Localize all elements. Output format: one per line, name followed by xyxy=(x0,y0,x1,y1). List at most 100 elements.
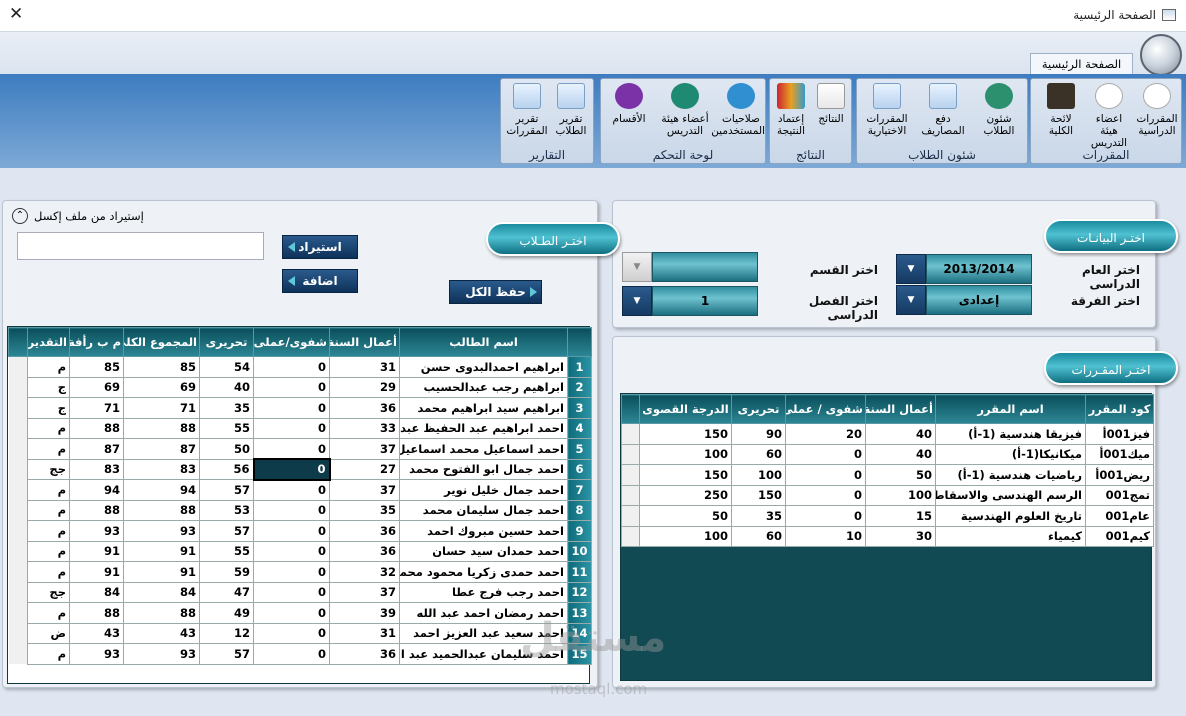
column-header[interactable]: تحريرى xyxy=(199,327,254,357)
table-cell[interactable]: 37 xyxy=(329,438,400,460)
scrollbar-track[interactable] xyxy=(8,643,28,664)
department-select[interactable] xyxy=(652,252,758,282)
table-row[interactable]: فيز001أ فيزيقا هندسية (1-أ) 40 20 90 150 xyxy=(621,423,1154,445)
table-cell[interactable]: 88 xyxy=(69,417,124,439)
table-cell[interactable]: احمد جمال خليل نوير xyxy=(399,479,568,501)
add-button[interactable]: اضافة xyxy=(282,269,358,293)
table-cell[interactable]: تاريخ العلوم الهندسية xyxy=(935,505,1086,527)
pay-fees-button[interactable]: دفع المصاريف xyxy=(921,83,965,137)
table-cell[interactable]: 88 xyxy=(123,499,200,521)
table-row[interactable]: 9 احمد حسين مبروك احمد 36 0 57 93 93 م xyxy=(8,520,592,542)
table-cell[interactable]: 43 xyxy=(69,622,124,644)
table-cell[interactable]: 10 xyxy=(785,525,866,547)
column-header[interactable]: التقدير xyxy=(27,327,70,357)
table-cell[interactable]: 57 xyxy=(199,643,254,665)
row-header[interactable] xyxy=(621,443,640,465)
scrollbar-track[interactable] xyxy=(8,397,28,418)
table-cell[interactable]: م xyxy=(27,643,70,665)
table-cell[interactable]: 0 xyxy=(253,540,330,562)
application-orb[interactable] xyxy=(1140,34,1182,76)
row-header[interactable] xyxy=(621,464,640,486)
table-cell[interactable]: عام001 xyxy=(1085,505,1154,527)
row-number[interactable]: 4 xyxy=(567,417,592,439)
table-cell[interactable]: الرسم الهندسى والاسقاط** xyxy=(935,484,1086,506)
table-cell[interactable]: 84 xyxy=(123,581,200,603)
table-cell[interactable]: 55 xyxy=(199,417,254,439)
table-cell[interactable]: 0 xyxy=(253,581,330,603)
table-cell[interactable]: احمد ابراهيم عبد الحفيظ عبدال xyxy=(399,417,568,439)
scrollbar-track[interactable] xyxy=(8,561,28,582)
table-cell[interactable]: 87 xyxy=(69,438,124,460)
collapse-icon[interactable]: ⌃ xyxy=(12,208,28,224)
row-number[interactable]: 1 xyxy=(567,356,592,378)
table-cell[interactable]: 55 xyxy=(199,540,254,562)
semester-select[interactable]: 1 xyxy=(652,286,758,316)
table-cell[interactable]: 0 xyxy=(253,561,330,583)
scrollbar-track[interactable] xyxy=(8,377,28,398)
scrollbar-track[interactable] xyxy=(8,500,28,521)
table-cell[interactable]: م xyxy=(27,479,70,501)
scrollbar-track[interactable] xyxy=(8,356,28,377)
table-row[interactable]: 8 احمد جمال سليمان محمد 35 0 53 88 88 م xyxy=(8,499,592,521)
save-all-button[interactable]: حفظ الكل xyxy=(449,280,542,304)
row-number[interactable]: 5 xyxy=(567,438,592,460)
table-cell[interactable]: 35 xyxy=(199,397,254,419)
table-cell[interactable]: م xyxy=(27,417,70,439)
import-file-path-input[interactable] xyxy=(17,232,264,260)
table-row[interactable]: 6 احمد جمال ابو الفتوح محمد 27 0 56 83 83 جج xyxy=(8,458,592,481)
table-cell[interactable]: 88 xyxy=(69,499,124,521)
academic-year-select[interactable]: 2013/2014 xyxy=(926,254,1032,284)
table-cell[interactable]: ج xyxy=(27,376,70,398)
table-row[interactable]: ريض001أ رياضيات هندسية (1-أ) 50 0 100 150 xyxy=(621,464,1154,486)
table-cell[interactable]: 40 xyxy=(865,423,936,445)
column-header[interactable]: شفوى / عملى xyxy=(785,394,866,424)
scrollbar-track[interactable] xyxy=(8,520,28,541)
table-cell[interactable]: كيمياء xyxy=(935,525,1086,547)
table-cell[interactable]: ميك001أ xyxy=(1085,443,1154,465)
table-cell[interactable]: 0 xyxy=(253,622,330,644)
close-icon[interactable]: ✕ xyxy=(9,4,23,24)
approve-results-button[interactable]: إعتماد النتيجة xyxy=(772,83,810,137)
table-cell[interactable]: 37 xyxy=(329,479,400,501)
scrollbar-track[interactable] xyxy=(8,438,28,459)
table-cell[interactable]: فيزيقا هندسية (1-أ) xyxy=(935,423,1086,445)
table-cell[interactable]: 0 xyxy=(785,464,866,486)
table-cell[interactable]: 37 xyxy=(329,581,400,603)
table-cell[interactable]: 0 xyxy=(253,417,330,439)
table-cell[interactable]: رياضيات هندسية (1-أ) xyxy=(935,464,1086,486)
table-cell[interactable]: جج xyxy=(27,458,70,480)
departments-button[interactable]: الأقسام xyxy=(605,83,653,125)
row-number[interactable]: 11 xyxy=(567,561,592,583)
table-cell[interactable]: 0 xyxy=(785,443,866,465)
table-cell[interactable]: 91 xyxy=(123,561,200,583)
table-cell[interactable]: 83 xyxy=(69,458,124,480)
table-cell[interactable]: 100 xyxy=(731,464,786,486)
column-header[interactable]: أعمال السنة xyxy=(865,394,936,424)
row-header[interactable] xyxy=(621,505,640,527)
table-cell[interactable]: 150 xyxy=(731,484,786,506)
table-cell[interactable]: 60 xyxy=(731,525,786,547)
table-row[interactable]: 3 ابراهيم سيد ابراهيم محمد 36 0 35 71 71 ج xyxy=(8,397,592,419)
table-row[interactable]: ميك001أ ميكانيكا(1-أ) 40 0 60 100 xyxy=(621,443,1154,465)
courses-report-button[interactable]: تقرير المقررات xyxy=(505,83,549,137)
table-cell[interactable]: 87 xyxy=(123,438,200,460)
table-cell[interactable]: 59 xyxy=(199,561,254,583)
scrollbar-track[interactable] xyxy=(8,459,28,480)
table-cell[interactable]: م xyxy=(27,561,70,583)
table-row[interactable]: 4 احمد ابراهيم عبد الحفيظ عبدال 33 0 55 88 88 م xyxy=(8,417,592,439)
table-cell[interactable]: م xyxy=(27,499,70,521)
table-cell[interactable]: ابراهيم رجب عبدالحسيب xyxy=(399,376,568,398)
table-row[interactable]: 15 احمد سليمان عبدالحميد عبد ال 36 0 57 93 93 م xyxy=(8,643,592,665)
table-row[interactable]: 12 احمد رجب فرج عطا 37 0 47 84 84 جج xyxy=(8,581,592,603)
row-number[interactable]: 8 xyxy=(567,499,592,521)
table-cell[interactable]: 85 xyxy=(123,356,200,378)
table-cell[interactable]: 0 xyxy=(785,505,866,527)
scrollbar-track[interactable] xyxy=(8,541,28,562)
tab-home[interactable]: الصفحة الرئيسية xyxy=(1030,53,1133,75)
table-cell[interactable]: 36 xyxy=(329,520,400,542)
table-cell[interactable]: 91 xyxy=(123,540,200,562)
table-cell[interactable]: 50 xyxy=(865,464,936,486)
chevron-down-icon[interactable]: ▼ xyxy=(896,254,926,284)
table-row[interactable]: 7 احمد جمال خليل نوير 37 0 57 94 94 م xyxy=(8,479,592,501)
table-cell[interactable]: 50 xyxy=(639,505,732,527)
